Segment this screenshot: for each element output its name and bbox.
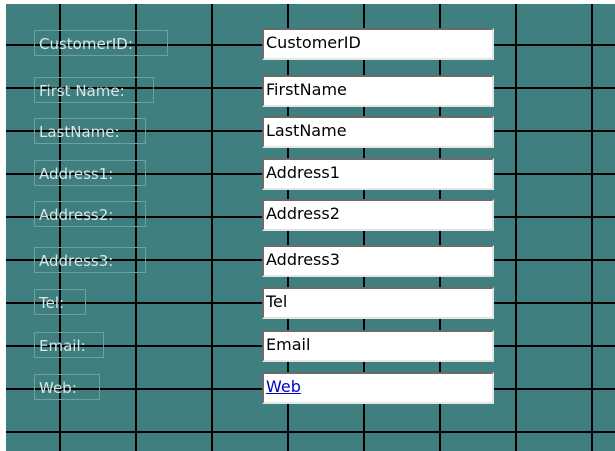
form-row-customer-id: CustomerID: CustomerID [0,28,615,62]
form-row-email: Email: Email [0,330,615,364]
canvas-top-border [0,0,615,4]
first-name-field[interactable]: FirstName [262,75,494,107]
customer-id-field[interactable]: CustomerID [262,28,494,60]
tel-field[interactable]: Tel [262,287,494,319]
web-label[interactable]: Web: [34,374,100,400]
address3-label[interactable]: Address3: [34,247,146,273]
form-row-address1: Address1: Address1 [0,158,615,192]
address3-field[interactable]: Address3 [262,245,494,277]
last-name-field[interactable]: LastName [262,116,494,148]
form-row-tel: Tel: Tel [0,287,615,321]
tel-label[interactable]: Tel: [34,289,86,315]
last-name-label[interactable]: LastName: [34,118,146,144]
email-field[interactable]: Email [262,330,494,362]
web-field[interactable]: Web [262,372,494,404]
customer-id-label[interactable]: CustomerID: [34,30,168,56]
address2-label[interactable]: Address2: [34,201,146,227]
address1-label[interactable]: Address1: [34,160,146,186]
form-row-first-name: First Name: FirstName [0,75,615,109]
form-row-address2: Address2: Address2 [0,199,615,233]
address2-field[interactable]: Address2 [262,199,494,231]
email-label[interactable]: Email: [34,332,104,358]
first-name-label[interactable]: First Name: [34,77,154,103]
address1-field[interactable]: Address1 [262,158,494,190]
form-row-address3: Address3: Address3 [0,245,615,279]
form-design-canvas: CustomerID: CustomerID First Name: First… [0,0,615,451]
form-row-last-name: LastName: LastName [0,116,615,150]
form-row-web: Web: Web [0,372,615,406]
